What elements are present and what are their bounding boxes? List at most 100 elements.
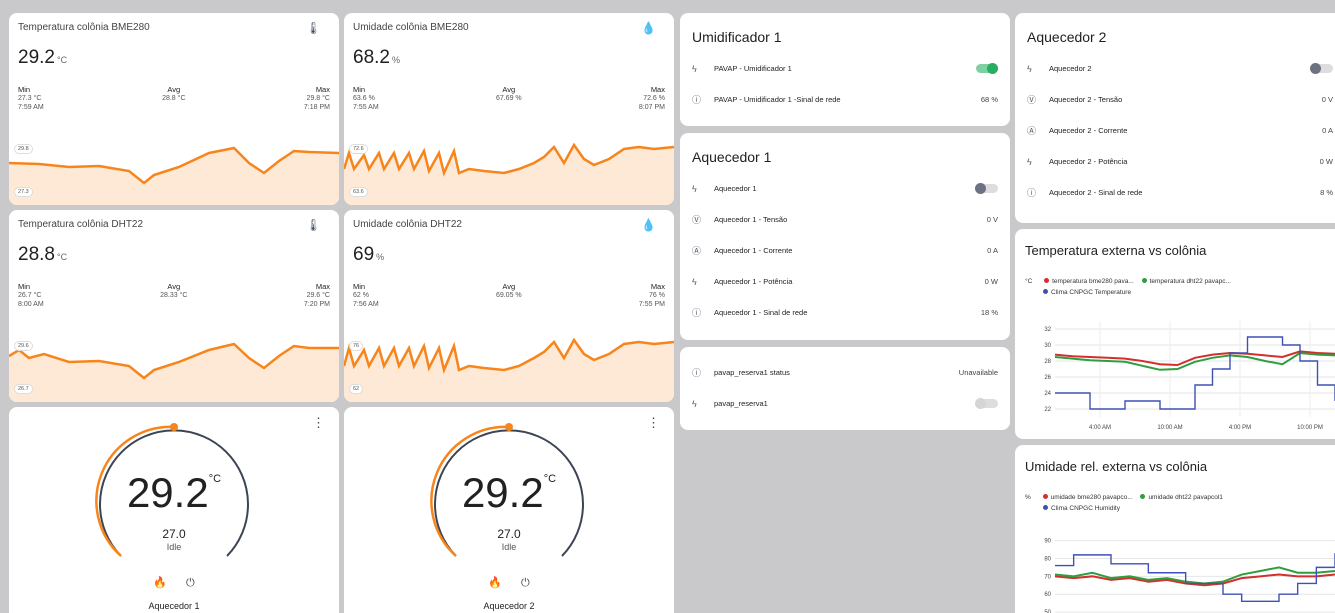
sensor-value: 69%: [353, 244, 385, 265]
sparkline-chart: [344, 337, 674, 402]
legend-entry: temperatura dht22 pavapc...: [1149, 278, 1231, 285]
spark-max-pill: 29.6: [14, 341, 33, 351]
y-tick-label: 32: [1044, 327, 1051, 333]
entity-row[interactable]: ϟ PAVAP - Umidificador 1: [680, 53, 1010, 84]
flash-icon: ϟ: [1027, 156, 1032, 167]
toggle-switch[interactable]: [1310, 63, 1333, 74]
flash-icon: ϟ: [692, 276, 697, 287]
heat-mode-icon[interactable]: 🔥: [488, 577, 502, 589]
entity-row[interactable]: ϟ Aquecedor 2: [1015, 53, 1335, 84]
sensor-title: Umidade colônia DHT22: [353, 219, 462, 230]
more-options-icon[interactable]: ⋮: [312, 415, 325, 431]
entity-row[interactable]: Ⓐ Aquecedor 1 - Corrente 0 A: [680, 235, 1010, 266]
entities-card-aquecedor-1: Aquecedor 1 ϟ Aquecedor 1 Ⓥ Aquecedor 1 - …: [680, 133, 1010, 340]
sensor-title: Temperatura colônia DHT22: [18, 219, 144, 230]
history-graph-umidade: Umidade rel. externa vs colônia % umidad…: [1015, 445, 1335, 613]
sensor-card-hum-bme280[interactable]: Umidade colônia BME280 💧 68.2% Min 63.6 %…: [344, 13, 674, 205]
power-icon[interactable]: ⏻: [186, 577, 195, 589]
y-unit: °C: [1025, 278, 1033, 285]
flash-icon: ϟ: [692, 183, 697, 194]
info-icon: ⓘ: [692, 95, 702, 105]
legend-entry: umidade dht22 pavapcol1: [1148, 494, 1223, 501]
chart-legend: °C temperatura bme280 pava... temperatur…: [1015, 276, 1335, 298]
voltage-icon: Ⓥ: [692, 215, 702, 225]
sensor-stats: Min 26.7 °C 8:00 AM Avg 28.33 °C Max 29.6 °C…: [18, 282, 330, 308]
y-tick-label: 26: [1044, 375, 1051, 381]
spark-min-pill: 27.3: [14, 187, 33, 197]
sensor-card-temp-dht22[interactable]: Temperatura colônia DHT22 🌡 28.8 °C Min 26…: [9, 210, 339, 402]
water-drop-icon: 💧: [641, 218, 656, 232]
entity-row[interactable]: ⓘ PAVAP - Umidificador 1 -Sinal de rede 68…: [680, 84, 1010, 115]
sensor-value: 68.2%: [353, 47, 400, 68]
temperature-line-chart[interactable]: 32 30 28 26 24 22 4:00 AM 10:00 AM 4:00 PM 10:00 …: [1015, 317, 1335, 437]
spark-min-pill: 62: [349, 384, 364, 394]
entity-row[interactable]: Ⓐ Aquecedor 2 - Corrente 0 A: [1015, 115, 1335, 146]
y-tick-label: 70: [1044, 574, 1051, 580]
sensor-value: 29.2 °C: [18, 47, 68, 68]
x-tick-label: 4:00 PM: [1229, 425, 1251, 431]
chart-legend: % umidade bme280 pavapco... umidade dht2…: [1015, 492, 1335, 514]
spark-max-pill: 76: [349, 341, 364, 351]
thermostat-card-aquecedor-2[interactable]: ⋮ 29.2°C 27.0 Idle 🔥 ⏻ Aquecedor 2: [344, 407, 674, 613]
entity-row[interactable]: Ⓥ Aquecedor 2 - Tensão 0 V: [1015, 84, 1335, 115]
card-title: Aquecedor 1: [692, 149, 772, 165]
entity-row[interactable]: ⓘ pavap_reserva1 status Unavailable: [680, 357, 1010, 388]
toggle-switch[interactable]: [975, 183, 998, 194]
sensor-card-temp-bme280[interactable]: Temperatura colônia BME280 🌡 29.2 °C Min 2…: [9, 13, 339, 205]
history-graph-temperatura: Temperatura externa vs colônia °C temper…: [1015, 229, 1335, 439]
card-title: Umidade rel. externa vs colônia: [1025, 459, 1208, 474]
sensor-value: 28.8 °C: [18, 244, 68, 265]
y-tick-label: 30: [1044, 343, 1051, 349]
humidity-line-chart[interactable]: 9080706050: [1015, 533, 1335, 613]
entities-card-aquecedor-2: Aquecedor 2 ϟ Aquecedor 2 Ⓥ Aquecedor 2 - …: [1015, 13, 1335, 223]
toggle-switch[interactable]: [976, 63, 998, 74]
hvac-state: Idle: [166, 542, 182, 552]
flash-icon: ϟ: [1027, 63, 1032, 74]
info-icon: ⓘ: [1027, 188, 1037, 198]
mode-buttons: 🔥 ⏻: [344, 576, 674, 590]
power-icon[interactable]: ⏻: [521, 577, 530, 589]
entity-row[interactable]: Ⓥ Aquecedor 1 - Tensão 0 V: [680, 204, 1010, 235]
spark-min-pill: 26.7: [14, 384, 33, 394]
spark-max-pill: 29.8: [14, 144, 33, 154]
toggle-switch[interactable]: [975, 398, 998, 409]
entity-row[interactable]: ϟ pavap_reserva1: [680, 388, 1010, 419]
card-title: Temperatura externa vs colônia: [1025, 243, 1207, 258]
sensor-title: Temperatura colônia BME280: [18, 22, 150, 33]
sensor-stats: Min 27.3 °C 7:59 AM Avg 28.8 °C Max 29.8 °C 7…: [18, 85, 330, 111]
current-temperature: 29.2°C: [126, 469, 222, 516]
entity-row[interactable]: ϟ Aquecedor 1: [680, 173, 1010, 204]
spark-max-pill: 72.6: [349, 144, 368, 154]
spark-min-pill: 63.6: [349, 187, 368, 197]
current-icon: Ⓐ: [692, 246, 702, 256]
entity-row[interactable]: ⓘ Aquecedor 2 - Sinal de rede 8 %: [1015, 177, 1335, 208]
y-unit: %: [1025, 494, 1031, 501]
entity-row[interactable]: ϟ Aquecedor 2 - Potência 0 W: [1015, 146, 1335, 177]
y-tick-label: 90: [1044, 539, 1051, 545]
legend-entry: umidade bme280 pavapco...: [1050, 494, 1133, 501]
x-tick-label: 4:00 AM: [1089, 425, 1111, 431]
legend-entry: Clima CNPGC Humidity: [1051, 505, 1120, 512]
thermostat-name: Aquecedor 1: [148, 601, 200, 611]
y-tick-label: 60: [1044, 592, 1051, 598]
sensor-stats: Min 63.6 % 7:55 AM Avg 67.69 % Max 72.6 % 8:0…: [353, 85, 665, 111]
entities-card-umidificador-1: Umidificador 1 ϟ PAVAP - Umidificador 1 ⓘ…: [680, 13, 1010, 126]
entities-card-reserva: ⓘ pavap_reserva1 status Unavailable ϟ pavap…: [680, 347, 1010, 430]
more-options-icon[interactable]: ⋮: [647, 415, 660, 431]
target-temperature: 27.0: [162, 527, 186, 541]
entity-row[interactable]: ⓘ Aquecedor 1 - Sinal de rede 18 %: [680, 297, 1010, 328]
target-temperature: 27.0: [497, 527, 521, 541]
sensor-title: Umidade colônia BME280: [353, 22, 469, 33]
sparkline-chart: [344, 142, 674, 205]
card-title: Umidificador 1: [692, 29, 782, 45]
entity-row[interactable]: ϟ Aquecedor 1 - Potência 0 W: [680, 266, 1010, 297]
x-tick-label: 10:00 PM: [1297, 425, 1323, 431]
y-tick-label: 24: [1044, 391, 1051, 397]
thermostat-card-aquecedor-1[interactable]: ⋮ 29.2°C 27.0 Idle 🔥 ⏻ Aquecedor 1: [9, 407, 339, 613]
water-drop-icon: 💧: [641, 21, 656, 35]
sparkline-chart: [9, 342, 339, 402]
sensor-card-hum-dht22[interactable]: Umidade colônia DHT22 💧 69% Min 62 % 7:56 …: [344, 210, 674, 402]
heat-mode-icon[interactable]: 🔥: [153, 577, 167, 589]
sparkline-chart: [9, 146, 339, 205]
mode-buttons: 🔥 ⏻: [9, 576, 339, 590]
